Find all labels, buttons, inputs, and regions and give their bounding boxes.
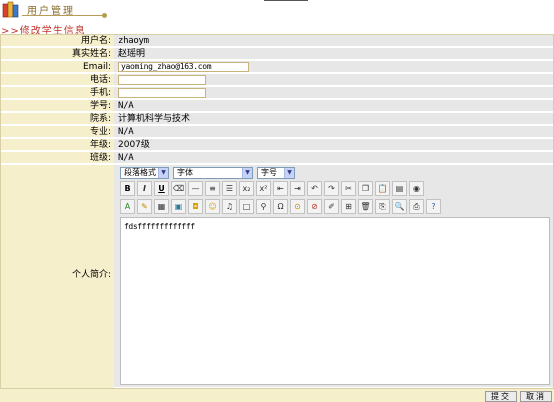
realname-label: 真实姓名:: [1, 48, 114, 59]
paste-text-icon[interactable]: ▤: [392, 181, 407, 196]
paste-icon[interactable]: 📋: [375, 181, 390, 196]
delete-icon[interactable]: 🗑: [358, 199, 373, 214]
grade-label: 年级:: [1, 139, 114, 150]
row-grade: 年级: 2007级: [1, 139, 553, 151]
phone-field[interactable]: [118, 75, 206, 85]
mobile-field[interactable]: [118, 88, 206, 98]
student-id-label: 学号:: [1, 100, 114, 111]
italic-icon[interactable]: I: [137, 181, 152, 196]
frame-icon[interactable]: □: [239, 199, 254, 214]
title-underline-dot: [102, 13, 107, 18]
font-size-value: 字号: [261, 168, 277, 177]
row-mobile: 手机:: [1, 87, 553, 99]
help-circle-icon[interactable]: ◉: [409, 181, 424, 196]
bio-label: 个人简介:: [71, 270, 111, 280]
subscript-icon[interactable]: x₂: [239, 181, 254, 196]
preview-icon[interactable]: 🔍: [392, 199, 407, 214]
insert-toolbar: A ✎ ▦ ▣ ◘ ☺ ♫ □ ⚲ Ω ⊙ ⊘ ✐ ⊞ 🗑 ⎘ 🔍 ⎙ ?: [120, 199, 550, 215]
paragraph-format-select[interactable]: 段落格式 ▼: [120, 167, 169, 179]
outdent-icon[interactable]: ⇤: [273, 181, 288, 196]
print-icon[interactable]: ⎙: [409, 199, 424, 214]
about-icon[interactable]: ?: [426, 199, 441, 214]
cut-icon[interactable]: ✂: [341, 181, 356, 196]
chevron-down-icon: ▼: [284, 168, 294, 178]
formatting-toolbar: B I U ⌫ — ≡ ☰ x₂ x² ⇤ ⇥ ↶ ↷ ✂ ❐ 📋 ▤ ◉: [120, 181, 550, 197]
row-username: 用户名: zhaoym: [1, 35, 553, 47]
font-value: 字体: [177, 168, 193, 177]
chevron-down-icon: ▼: [242, 168, 252, 178]
submit-button[interactable]: 提交: [485, 391, 517, 402]
font-color-icon[interactable]: A: [120, 199, 135, 214]
emoticon-icon[interactable]: ☺: [205, 199, 220, 214]
top-divider: [264, 0, 308, 1]
copy-icon[interactable]: ❐: [358, 181, 373, 196]
undo-icon[interactable]: ↶: [307, 181, 322, 196]
table-icon[interactable]: ▦: [154, 199, 169, 214]
major-value: N/A: [114, 126, 553, 137]
special-char-icon[interactable]: Ω: [273, 199, 288, 214]
row-realname: 真实姓名: 赵瑶明: [1, 48, 553, 60]
media-icon[interactable]: ♫: [222, 199, 237, 214]
username-value: zhaoym: [114, 35, 553, 46]
rich-text-editor: 段落格式 ▼ 字体 ▼ 字号 ▼ B I U ⌫ — ≡ ☰ x₂ x² ⇤ ⇥…: [114, 165, 553, 387]
row-department: 院系: 计算机科学与技术: [1, 113, 553, 125]
username-label: 用户名:: [1, 35, 114, 46]
student-info-form: 用户名: zhaoym 真实姓名: 赵瑶明 Email: yaoming_zha…: [0, 34, 554, 389]
new-doc-icon[interactable]: ⎘: [375, 199, 390, 214]
phone-label: 电话:: [1, 74, 114, 85]
realname-value: 赵瑶明: [114, 48, 553, 59]
superscript-icon[interactable]: x²: [256, 181, 271, 196]
row-class: 班级: N/A: [1, 152, 553, 164]
list-icon[interactable]: ☰: [222, 181, 237, 196]
bio-label-cell: 个人简介:: [1, 165, 114, 389]
books-icon: [2, 1, 19, 18]
select-all-icon[interactable]: ⊞: [341, 199, 356, 214]
student-id-value: N/A: [114, 100, 553, 111]
link-icon[interactable]: ⚲: [256, 199, 271, 214]
major-label: 专业:: [1, 126, 114, 137]
image-icon[interactable]: ▣: [171, 199, 186, 214]
class-label: 班级:: [1, 152, 114, 163]
eraser-icon[interactable]: ⌫: [171, 181, 186, 196]
align-center-icon[interactable]: ≡: [205, 181, 220, 196]
department-value: 计算机科学与技术: [114, 113, 553, 124]
horizontal-rule-icon[interactable]: —: [188, 181, 203, 196]
row-email: Email: yaoming_zhao@163.com: [1, 61, 553, 73]
underline-icon[interactable]: U: [154, 181, 169, 196]
unlink-icon[interactable]: ⊘: [307, 199, 322, 214]
anchor-icon[interactable]: ⊙: [290, 199, 305, 214]
flash-icon[interactable]: ◘: [188, 199, 203, 214]
highlight-icon[interactable]: ✎: [137, 199, 152, 214]
redo-icon[interactable]: ↷: [324, 181, 339, 196]
row-major: 专业: N/A: [1, 126, 553, 138]
paragraph-format-value: 段落格式: [124, 168, 156, 177]
chevron-down-icon: ▼: [158, 168, 168, 178]
page-header: 用户管理: [0, 0, 554, 20]
edit-icon[interactable]: ✐: [324, 199, 339, 214]
cancel-button[interactable]: 取消: [520, 391, 552, 402]
indent-icon[interactable]: ⇥: [290, 181, 305, 196]
email-label: Email:: [1, 61, 114, 72]
font-size-select[interactable]: 字号 ▼: [257, 167, 295, 179]
row-phone: 电话:: [1, 74, 553, 86]
bio-editor-content[interactable]: fdsfffffffffffff: [120, 217, 550, 385]
email-field[interactable]: yaoming_zhao@163.com: [118, 62, 249, 72]
form-footer: 提交 取消: [0, 388, 554, 402]
class-value: N/A: [114, 152, 553, 163]
title-underline: [22, 15, 104, 16]
department-label: 院系:: [1, 113, 114, 124]
bold-icon[interactable]: B: [120, 181, 135, 196]
mobile-label: 手机:: [1, 87, 114, 98]
font-select[interactable]: 字体 ▼: [173, 167, 253, 179]
row-student-id: 学号: N/A: [1, 100, 553, 112]
grade-value: 2007级: [114, 139, 553, 150]
